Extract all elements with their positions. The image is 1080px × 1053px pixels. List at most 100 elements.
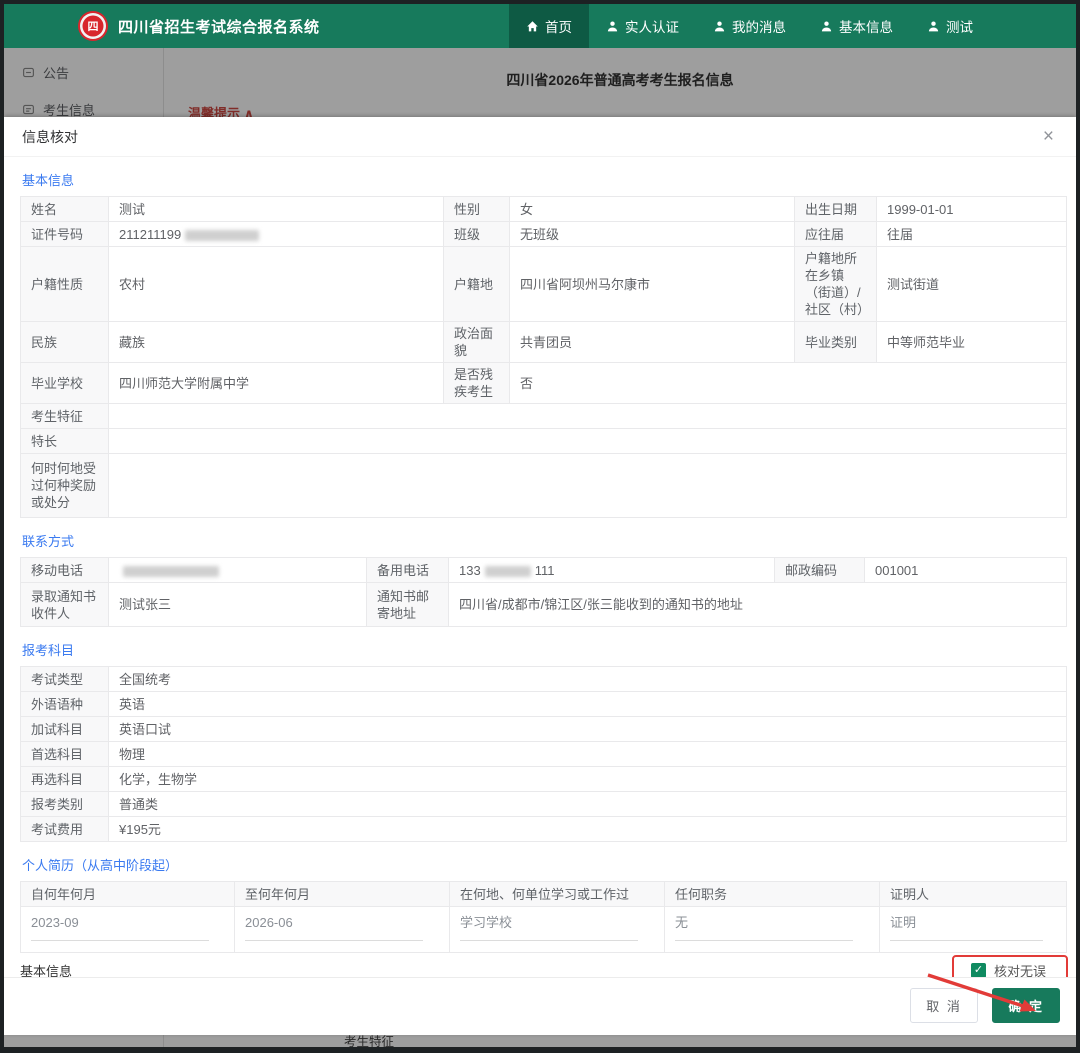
- field-value: 测试街道: [877, 247, 1067, 322]
- resume-table: 自何年何月至何年何月在何地、何单位学习或工作过任何职务证明人2023-09202…: [20, 881, 1060, 953]
- redacted-text: [123, 566, 219, 577]
- field-value: ¥195元: [109, 817, 1067, 842]
- redacted-text: [185, 230, 259, 241]
- field-label: 在何地、何单位学习或工作过: [450, 882, 665, 907]
- app-title: 四川省招生考试综合报名系统: [118, 16, 320, 37]
- field-value: [109, 454, 1067, 518]
- field-label: 何时何地受过何种奖励或处分: [21, 454, 109, 518]
- field-label: 班级: [444, 222, 510, 247]
- field-label: 再选科目: [21, 767, 109, 792]
- field-value: [109, 429, 1067, 454]
- close-icon[interactable]: ×: [1039, 125, 1058, 148]
- dialog-body: 基本信息 姓名测试性别女出生日期1999-01-01证件号码211211199班…: [4, 157, 1076, 977]
- nav-item-real-person-auth[interactable]: 实人认证: [589, 4, 696, 48]
- user-icon: [927, 20, 940, 33]
- field-value: 无: [665, 907, 880, 953]
- contact-info-table: 移动电话备用电话133111邮政编码001001录取通知书收件人测试张三通知书邮…: [20, 557, 1060, 627]
- confirm-button[interactable]: 确 定: [992, 988, 1060, 1023]
- nav-item-label: 实人认证: [625, 16, 679, 36]
- resume-input-value: 2026-06: [245, 914, 423, 941]
- resume-input-value: 无: [675, 914, 853, 941]
- field-value: 物理: [109, 742, 1067, 767]
- field-value: 化学，生物学: [109, 767, 1067, 792]
- field-label: 民族: [21, 322, 109, 363]
- section-heading-contact: 联系方式: [22, 531, 1058, 550]
- cancel-button[interactable]: 取 消: [910, 988, 978, 1023]
- field-value: 133 111: [449, 558, 775, 583]
- user-icon: [713, 20, 726, 33]
- nav-item-home[interactable]: 首页: [509, 4, 589, 48]
- field-label: 考试类型: [21, 667, 109, 692]
- field-label: 应往届: [795, 222, 877, 247]
- field-value: 2023-09: [21, 907, 235, 953]
- field-value: 无班级: [510, 222, 795, 247]
- app-logo-icon: 四: [80, 13, 106, 39]
- field-value: 中等师范毕业: [877, 322, 1067, 363]
- nav-item-label: 首页: [545, 16, 572, 36]
- field-value: 测试张三: [109, 583, 367, 627]
- field-label: 报考类别: [21, 792, 109, 817]
- field-label: 毕业学校: [21, 363, 109, 404]
- field-label: 移动电话: [21, 558, 109, 583]
- field-label: 户籍地: [444, 247, 510, 322]
- field-label: 出生日期: [795, 197, 877, 222]
- field-value: [109, 404, 1067, 429]
- top-nav: 首页 实人认证 我的消息 基本信息 测试: [509, 4, 990, 48]
- field-value-text: 133: [459, 563, 481, 578]
- redacted-text: [485, 566, 531, 577]
- field-label: 证件号码: [21, 222, 109, 247]
- field-value: 四川省/成都市/锦江区/张三能收到的通知书的地址: [449, 583, 1067, 627]
- field-label: 是否残疾考生: [444, 363, 510, 404]
- user-icon: [606, 20, 619, 33]
- nav-item-label: 我的消息: [732, 16, 786, 36]
- field-value: 共青团员: [510, 322, 795, 363]
- confirm-checkbox-group: ✓ 核对无误: [971, 961, 1046, 977]
- field-label: 邮政编码: [775, 558, 865, 583]
- field-label: 户籍地所在乡镇（街道）/社区（村）: [795, 247, 877, 322]
- field-value: 否: [510, 363, 1067, 404]
- confirm-checklist: 基本信息✓核对无误联系方式✓核对无误个人简历✓核对无误报名科目✓核对无误: [20, 959, 1060, 977]
- field-value: 英语: [109, 692, 1067, 717]
- field-value-text: 111: [535, 563, 555, 578]
- field-value: [109, 558, 367, 583]
- resume-input-value: 证明: [890, 914, 1043, 941]
- dialog-title: 信息核对: [22, 127, 78, 147]
- section-heading-basic: 基本信息: [22, 170, 1058, 189]
- nav-item-label: 测试: [946, 16, 973, 36]
- nav-item-my-messages[interactable]: 我的消息: [696, 4, 803, 48]
- nav-item-test[interactable]: 测试: [910, 4, 990, 48]
- checklist-row: 基本信息 ✓ 核对无误: [20, 959, 1060, 977]
- field-value: 全国统考: [109, 667, 1067, 692]
- field-label: 特长: [21, 429, 109, 454]
- field-label: 证明人: [880, 882, 1067, 907]
- field-value: 学习学校: [450, 907, 665, 953]
- info-check-dialog: 信息核对 × 基本信息 姓名测试性别女出生日期1999-01-01证件号码211…: [4, 117, 1076, 1035]
- resume-input-value: 2023-09: [31, 914, 209, 941]
- section-heading-subjects: 报考科目: [22, 640, 1058, 659]
- checklist-section-label: 基本信息: [20, 961, 72, 977]
- home-icon: [526, 20, 539, 33]
- app-window: 四 四川省招生考试综合报名系统 首页实人认证我的消息基本信息测试 公告考生信息 …: [0, 0, 1080, 1053]
- field-label: 户籍性质: [21, 247, 109, 322]
- field-label: 通知书邮寄地址: [367, 583, 449, 627]
- field-label: 性别: [444, 197, 510, 222]
- app-header: 四 四川省招生考试综合报名系统 首页 实人认证 我的消息 基本信息 测试: [4, 4, 1076, 48]
- field-value: 藏族: [109, 322, 444, 363]
- field-value: 1999-01-01: [877, 197, 1067, 222]
- field-value: 四川师范大学附属中学: [109, 363, 444, 404]
- field-label: 自何年何月: [21, 882, 235, 907]
- dialog-header: 信息核对 ×: [4, 117, 1076, 157]
- nav-item-label: 基本信息: [839, 16, 893, 36]
- field-value-text: 211211199: [119, 227, 181, 242]
- confirm-checkbox-label: 核对无误: [994, 961, 1046, 977]
- nav-item-basic-info[interactable]: 基本信息: [803, 4, 910, 48]
- field-label: 外语语种: [21, 692, 109, 717]
- confirm-checkbox[interactable]: ✓: [971, 963, 986, 977]
- field-label: 至何年何月: [235, 882, 450, 907]
- user-icon: [820, 20, 833, 33]
- field-label: 首选科目: [21, 742, 109, 767]
- field-value: 211211199: [109, 222, 444, 247]
- field-label: 任何职务: [665, 882, 880, 907]
- field-label: 毕业类别: [795, 322, 877, 363]
- field-value: 女: [510, 197, 795, 222]
